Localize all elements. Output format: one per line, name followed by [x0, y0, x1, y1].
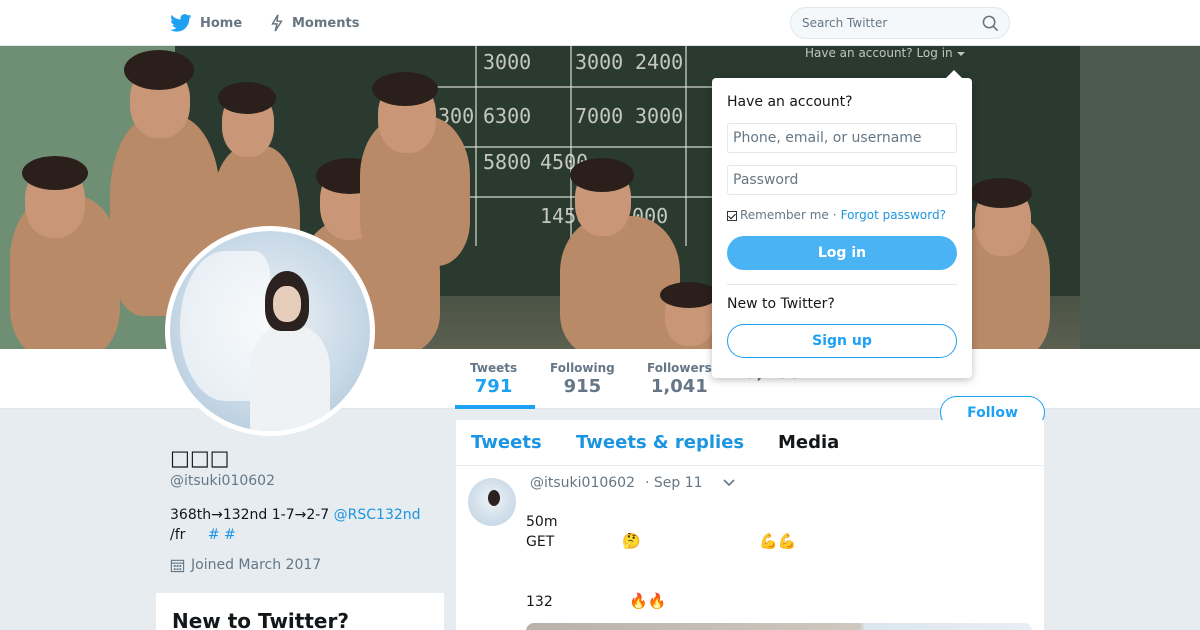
banner-wall — [1080, 46, 1200, 349]
signup-card: New to Twitter? — [156, 593, 444, 630]
nav-moments-label: Moments — [292, 15, 360, 31]
divider — [727, 284, 957, 285]
tab-tweets[interactable]: Tweets — [471, 432, 542, 453]
separator: · — [832, 208, 837, 222]
avatar-photo — [250, 326, 330, 431]
calendar-icon — [170, 559, 185, 572]
board-number: 3000 — [575, 50, 624, 74]
board-number: 2400 — [635, 50, 684, 74]
stat-followers[interactable]: Followers 1,041 — [647, 361, 712, 397]
bio-text: 368th→132nd 1-7→2-7 — [170, 507, 334, 523]
stat-value: 915 — [563, 376, 602, 397]
timeline: Tweets Tweets & replies Media @itsuki010… — [456, 420, 1044, 630]
login-button[interactable]: Log in — [727, 236, 957, 270]
stat-following[interactable]: Following 915 — [550, 361, 615, 397]
forgot-password-link[interactable]: Forgot password? — [841, 208, 946, 222]
banner-person — [570, 158, 634, 192]
board-number: 5800 — [483, 150, 532, 174]
tweet-media[interactable] — [526, 623, 1032, 630]
bio-mention-link[interactable]: @RSC132nd — [334, 507, 421, 523]
stat-active-indicator — [455, 405, 535, 409]
stat-label: Followers — [647, 361, 712, 375]
bio-hashtag-link[interactable]: # # — [208, 527, 236, 543]
lightning-icon — [271, 14, 283, 32]
signup-button[interactable]: Sign up — [727, 324, 957, 358]
board-number: 3000 — [635, 104, 684, 128]
tweet-timestamp[interactable]: · Sep 11 — [645, 475, 703, 491]
signup-card-title: New to Twitter? — [172, 609, 349, 630]
caret-down-icon — [956, 51, 965, 56]
profile-handle[interactable]: @itsuki010602 — [170, 473, 275, 489]
bio-text: /fr — [170, 527, 186, 543]
fire-emoji-icon: 🔥🔥 — [629, 592, 667, 610]
board-number: 6300 — [483, 104, 532, 128]
stat-label: Tweets — [470, 361, 518, 375]
remember-row: Remember me · Forgot password? — [727, 208, 946, 222]
banner-person — [970, 178, 1032, 208]
twitter-bird-icon — [170, 14, 192, 32]
password-field[interactable] — [727, 165, 957, 195]
login-toggle-label: Have an account? Log in — [805, 46, 953, 60]
remember-checkbox[interactable] — [727, 211, 737, 221]
board-number: 7000 — [575, 104, 624, 128]
login-toggle[interactable]: Have an account? Log in — [805, 46, 965, 60]
search-box — [790, 7, 1010, 39]
avatar-photo — [488, 490, 500, 506]
banner-person — [660, 282, 718, 308]
banner-person — [124, 50, 194, 90]
username-field[interactable] — [727, 123, 957, 153]
join-date-text: Joined March 2017 — [191, 557, 322, 573]
remember-label[interactable]: Remember me — [740, 208, 829, 222]
thinking-emoji-icon: 🤔 — [622, 532, 641, 550]
tweet-text: GET — [526, 534, 555, 550]
stat-tweets[interactable]: Tweets 791 — [470, 361, 517, 397]
stat-value: 1,041 — [650, 376, 708, 397]
search-input[interactable] — [802, 14, 972, 32]
tweet-avatar[interactable] — [468, 478, 516, 526]
tab-media[interactable]: Media — [778, 432, 839, 453]
new-to-twitter-label: New to Twitter? — [727, 296, 835, 312]
board-number: 3000 — [483, 50, 532, 74]
nav-home-label: Home — [200, 15, 243, 31]
top-nav: Home Moments — [0, 0, 1200, 46]
profile-avatar[interactable] — [165, 226, 375, 436]
join-date: Joined March 2017 — [170, 557, 321, 573]
timeline-tabs: Tweets Tweets & replies Media — [456, 420, 1044, 466]
banner-person — [218, 82, 276, 114]
tweet-handle[interactable]: @itsuki010602 — [530, 475, 635, 491]
profile-name[interactable]: □□□ — [170, 446, 230, 470]
tweet-text: 50m — [526, 514, 558, 530]
banner-person — [22, 156, 88, 190]
banner-person — [372, 72, 438, 106]
avatar-photo — [273, 286, 301, 322]
nav-moments[interactable]: Moments — [270, 0, 359, 46]
chevron-down-icon[interactable] — [722, 478, 736, 488]
tab-tweets-replies[interactable]: Tweets & replies — [576, 432, 744, 453]
nav-home[interactable]: Home — [170, 0, 242, 46]
stat-label: Following — [550, 361, 615, 375]
tweet-text: 132 — [526, 594, 553, 610]
muscle-emoji-icon: 💪💪 — [759, 532, 797, 550]
login-dropdown: Have an account? Remember me · Forgot pa… — [712, 70, 972, 378]
stat-value: 791 — [474, 376, 513, 397]
profile-bio: 368th→132nd 1-7→2-7 @RSC132nd /fr # # — [170, 505, 440, 545]
search-icon[interactable] — [982, 15, 999, 32]
login-title: Have an account? — [727, 94, 853, 110]
